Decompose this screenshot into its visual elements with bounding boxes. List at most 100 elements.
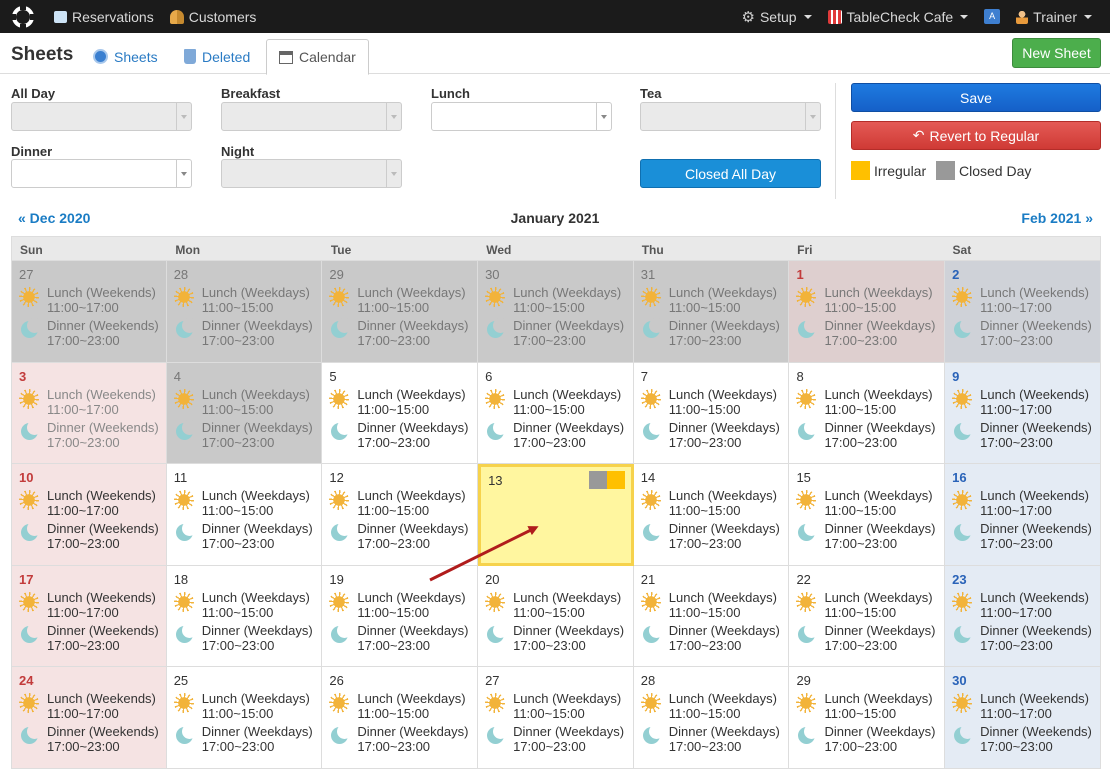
- shift-entry: Dinner (Weekdays) 17:00~23:00: [796, 724, 944, 754]
- day-number: 17: [19, 571, 34, 587]
- day-status-swatches: [588, 471, 625, 489]
- closed-all-day-button[interactable]: Closed All Day: [640, 159, 821, 188]
- calendar-day[interactable]: 30 Lunch (Weekends) 11:00~17:00 Dinner (Wee…: [945, 667, 1101, 769]
- calendar-day[interactable]: 28 Lunch (Weekdays) 11:00~15:00 Dinner (Wee…: [633, 667, 790, 769]
- weekday-fri: Fri: [797, 243, 813, 257]
- nav-setup[interactable]: ⚙ Setup: [734, 0, 820, 33]
- sun-icon: [329, 490, 350, 510]
- irregular-toggle[interactable]: [606, 471, 625, 489]
- calendar-day[interactable]: 18 Lunch (Weekdays) 11:00~15:00 Dinner (Wee…: [166, 565, 323, 667]
- shift-time: 11:00~15:00: [668, 300, 741, 315]
- sun-icon: [952, 388, 973, 409]
- calendar-day[interactable]: 16 Lunch (Weekends) 11:00~17:00 Dinner (Wee…: [945, 464, 1101, 566]
- night-select[interactable]: [221, 159, 402, 188]
- dinner-select[interactable]: [11, 159, 192, 188]
- nav-reservations[interactable]: Reservations: [46, 0, 162, 33]
- shift-name: Lunch (Weekends): [47, 691, 156, 706]
- day-number: 27: [485, 673, 500, 688]
- nav-user-menu[interactable]: Trainer: [1008, 0, 1100, 33]
- moon-icon: [174, 521, 197, 543]
- breakfast-select[interactable]: [221, 102, 402, 131]
- calendar-day[interactable]: 28 Lunch (Weekdays) 11:00~15:00 Dinner (Wee…: [166, 261, 323, 363]
- calendar-day[interactable]: 3 Lunch (Weekends) 11:00~17:00 Dinner (Week…: [11, 362, 167, 464]
- calendar-day[interactable]: 20 Lunch (Weekdays) 11:00~15:00 Dinner (Wee…: [478, 565, 634, 667]
- moon-icon: [796, 318, 820, 340]
- shift-time: 17:00~23:00: [513, 434, 586, 450]
- tea-select[interactable]: [640, 102, 821, 131]
- calendar-day[interactable]: 13: [478, 464, 634, 566]
- shift-time: 11:00~15:00: [668, 503, 741, 518]
- calendar-day[interactable]: 23 Lunch (Weekends) 11:00~17:00 Dinner (Wee…: [945, 565, 1101, 667]
- calendar-day[interactable]: 1 Lunch (Weekdays) 11:00~15:00 Dinner (Week…: [789, 261, 946, 363]
- shift-entry: Lunch (Weekdays) 11:00~15:00: [796, 285, 944, 315]
- lunch-select[interactable]: [431, 102, 612, 131]
- tab-deleted[interactable]: Deleted: [172, 39, 262, 74]
- sun-icon: [640, 591, 661, 612]
- calendar-day[interactable]: 29 Lunch (Weekdays) 11:00~15:00 Dinner (Wee…: [322, 261, 479, 363]
- tab-sheets[interactable]: Sheets: [81, 39, 170, 74]
- shift-name: Lunch (Weekdays): [824, 589, 933, 605]
- calendar-day[interactable]: 7 Lunch (Weekdays) 11:00~15:00 Dinner (Week…: [633, 362, 790, 464]
- nav-restaurant[interactable]: TableCheck Cafe: [820, 0, 977, 33]
- legend-closed-day: Closed Day: [936, 161, 1031, 180]
- calendar-day[interactable]: 14 Lunch (Weekdays) 11:00~15:00 Dinner (Wee…: [633, 464, 790, 566]
- calendar-day[interactable]: 24 Lunch (Weekends) 11:00~17:00 Dinner (Wee…: [11, 667, 167, 769]
- calendar-day[interactable]: 19 Lunch (Weekdays) 11:00~15:00 Dinner (Wee…: [322, 565, 479, 667]
- moon-icon: [952, 724, 976, 746]
- calendar-day[interactable]: 29 Lunch (Weekdays) 11:00~15:00 Dinner (Wee…: [789, 667, 946, 769]
- calendar-day[interactable]: 8 Lunch (Weekdays) 11:00~15:00 Dinner (Week…: [789, 362, 946, 464]
- shift-time: 11:00~15:00: [201, 604, 274, 620]
- nav-setup-label: Setup: [759, 8, 797, 25]
- sun-icon: [19, 693, 39, 713]
- calendar-day[interactable]: 30 Lunch (Weekdays) 11:00~15:00 Dinner (Wee…: [478, 261, 634, 363]
- calendar-day[interactable]: 21 Lunch (Weekdays) 11:00~15:00 Dinner (Wee…: [633, 565, 790, 667]
- calendar-day[interactable]: 17 Lunch (Weekends) 11:00~17:00 Dinner (Wee…: [11, 565, 167, 667]
- calendar-day[interactable]: 12 Lunch (Weekdays) 11:00~15:00 Dinner (Wee…: [322, 464, 479, 566]
- shift-name: Dinner (Weekdays): [513, 724, 625, 739]
- save-button[interactable]: Save: [851, 83, 1101, 112]
- moon-icon: [952, 622, 976, 645]
- shift-time: 17:00~23:00: [201, 333, 275, 348]
- shift-time: 17:00~23:00: [357, 536, 431, 551]
- calendar-day[interactable]: 27 Lunch (Weekdays) 11:00~15:00 Dinner (Wee…: [478, 667, 634, 769]
- shift-entry: Dinner (Weekends) 17:00~23:00: [19, 419, 166, 450]
- next-month-link[interactable]: Feb 2021 »: [1021, 210, 1093, 226]
- sun-icon: [796, 490, 817, 510]
- calendar-day[interactable]: 27 Lunch (Weekends) 11:00~17:00 Dinner (Wee…: [11, 261, 167, 363]
- calendar-day[interactable]: 15 Lunch (Weekdays) 11:00~15:00 Dinner (Wee…: [789, 464, 946, 566]
- shift-time: 11:00~15:00: [357, 604, 430, 620]
- nav-language[interactable]: A: [976, 0, 1008, 33]
- calendar-day[interactable]: 2 Lunch (Weekends) 11:00~17:00 Dinner (Week…: [945, 261, 1101, 363]
- new-sheet-button[interactable]: New Sheet: [1012, 38, 1101, 68]
- sun-icon: [952, 591, 973, 612]
- calendar-day[interactable]: 5 Lunch (Weekdays) 11:00~15:00 Dinner (Week…: [322, 362, 479, 464]
- calendar-day[interactable]: 6 Lunch (Weekdays) 11:00~15:00 Dinner (Week…: [478, 362, 634, 464]
- nav-reservations-label: Reservations: [72, 8, 154, 25]
- calendar-day[interactable]: 11 Lunch (Weekdays) 11:00~15:00 Dinner (Wee…: [166, 464, 323, 566]
- moon-icon: [641, 419, 664, 442]
- shift-name: Dinner (Weekends): [980, 521, 1092, 536]
- shift-time: 17:00~23:00: [824, 637, 898, 653]
- revert-to-regular-button[interactable]: ↶ Revert to Regular: [851, 121, 1101, 150]
- tab-calendar[interactable]: Calendar: [266, 39, 369, 75]
- closed-day-toggle[interactable]: [588, 471, 607, 489]
- shift-name: Dinner (Weekends): [47, 419, 159, 435]
- calendar-day[interactable]: 22 Lunch (Weekdays) 11:00~15:00 Dinner (Wee…: [789, 565, 946, 667]
- sun-icon: [952, 287, 973, 307]
- calendar-day[interactable]: 31 Lunch (Weekdays) 11:00~15:00 Dinner (Wee…: [633, 261, 790, 363]
- nav-customers[interactable]: Customers: [162, 0, 265, 33]
- calendar-day[interactable]: 4 Lunch (Weekdays) 11:00~15:00 Dinner (Week…: [166, 362, 323, 464]
- sun-icon: [173, 287, 194, 307]
- weekday-sun: Sun: [20, 243, 43, 257]
- all-day-select[interactable]: [11, 102, 192, 131]
- shift-time: 11:00~15:00: [668, 401, 741, 417]
- calendar-day[interactable]: 10 Lunch (Weekends) 11:00~17:00 Dinner (Wee…: [11, 464, 167, 566]
- shift-entry: Dinner (Weekends) 17:00~23:00: [952, 622, 1100, 653]
- calendar-day[interactable]: 26 Lunch (Weekdays) 11:00~15:00 Dinner (Wee…: [322, 667, 479, 769]
- shift-entry: Dinner (Weekends) 17:00~23:00: [19, 724, 166, 754]
- calendar-day[interactable]: 25 Lunch (Weekdays) 11:00~15:00 Dinner (Wee…: [166, 667, 323, 769]
- calendar-day[interactable]: 9 Lunch (Weekends) 11:00~17:00 Dinner (Week…: [945, 362, 1101, 464]
- sun-icon: [19, 287, 39, 307]
- sun-icon: [485, 287, 506, 307]
- app-logo-icon[interactable]: [0, 0, 46, 33]
